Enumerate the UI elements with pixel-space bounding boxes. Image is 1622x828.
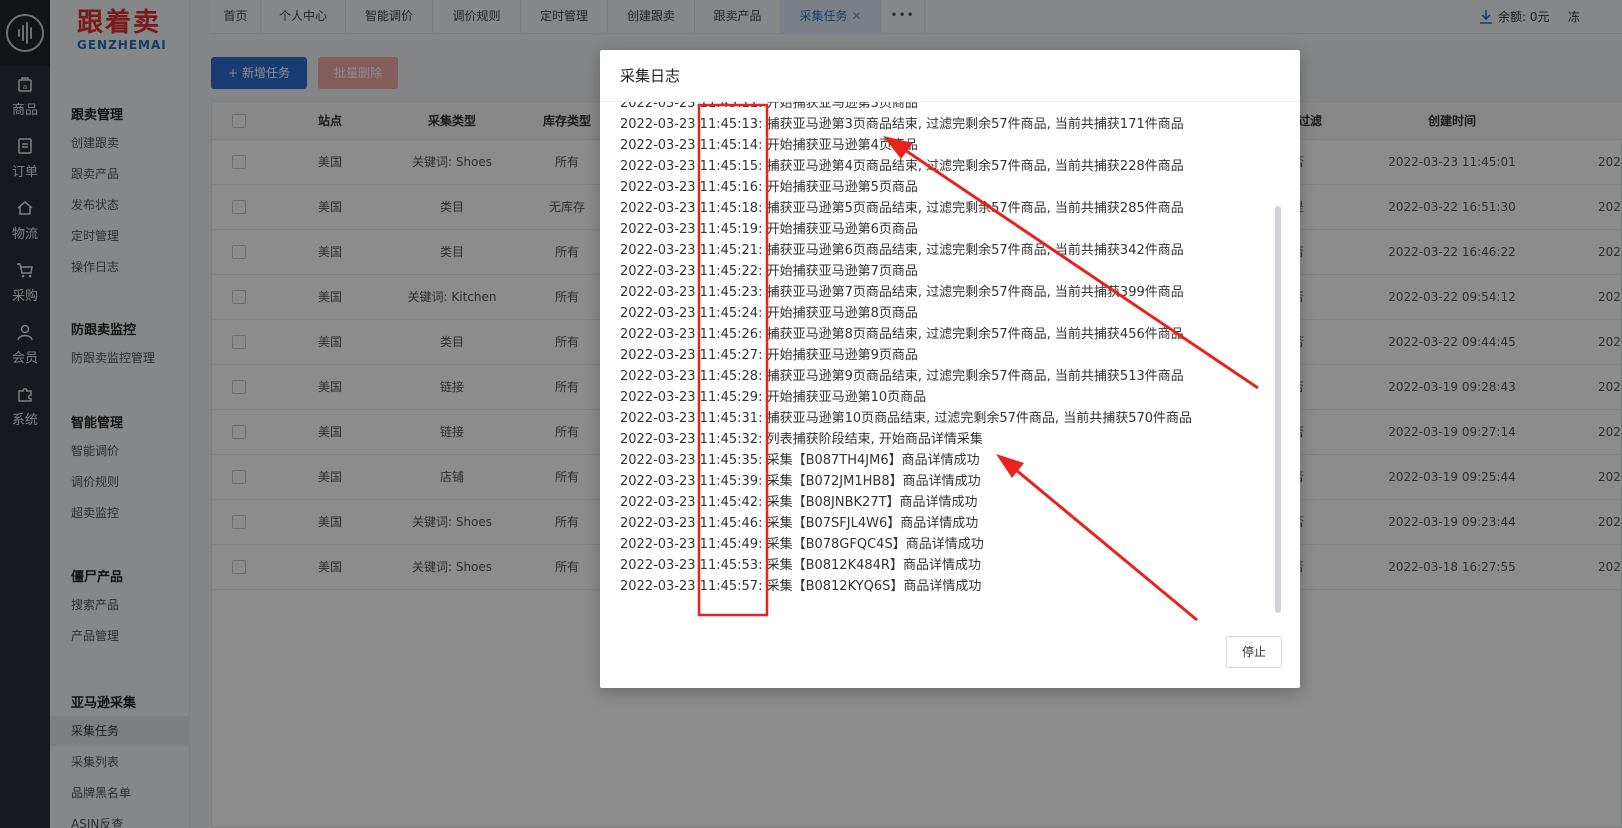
log-line: 2022-03-23 11:45:31: 捕获亚马逊第10页商品结束, 过滤完剩… <box>620 411 1193 426</box>
log-line: 2022-03-23 11:45:19: 开始捕获亚马逊第6页商品 <box>620 222 918 237</box>
log-line: 2022-03-23 11:45:53: 采集【B0812K484R】商品详情成… <box>620 558 981 573</box>
log-line: 2022-03-23 11:45:14: 开始捕获亚马逊第4页商品 <box>620 138 918 153</box>
log-line: 2022-03-23 11:45:13: 捕获亚马逊第3页商品结束, 过滤完剩余… <box>620 117 1184 132</box>
stop-button[interactable]: 停止 <box>1226 636 1282 668</box>
log-line: 2022-03-23 11:45:23: 捕获亚马逊第7页商品结束, 过滤完剩余… <box>620 285 1184 300</box>
log-line: 2022-03-23 11:45:35: 采集【B087TH4JM6】商品详情成… <box>620 453 980 468</box>
log-line: 2022-03-23 11:45:15: 捕获亚马逊第4页商品结束, 过滤完剩余… <box>620 159 1184 174</box>
log-line: 2022-03-23 11:45:24: 开始捕获亚马逊第8页商品 <box>620 306 918 321</box>
log-line: 2022-03-23 11:45:49: 采集【B078GFQC4S】商品详情成… <box>620 537 984 552</box>
log-line: 2022-03-23 11:45:57: 采集【B0812KYQ6S】商品详情成… <box>620 579 982 594</box>
log-line: 2022-03-23 11:45:11: 开始捕获亚马逊第3页商品 <box>620 102 918 111</box>
log-line: 2022-03-23 11:45:39: 采集【B072JM1HB8】商品详情成… <box>620 474 981 489</box>
log-line: 2022-03-23 11:45:32: 列表捕获阶段结束, 开始商品详情采集 <box>620 432 983 447</box>
log-line: 2022-03-23 11:45:21: 捕获亚马逊第6页商品结束, 过滤完剩余… <box>620 243 1184 258</box>
log-line: 2022-03-23 11:45:16: 开始捕获亚马逊第5页商品 <box>620 180 918 195</box>
dialog-title: 采集日志 <box>600 50 1300 102</box>
log-line: 2022-03-23 11:45:22: 开始捕获亚马逊第7页商品 <box>620 264 918 279</box>
log-line: 2022-03-23 11:45:26: 捕获亚马逊第8页商品结束, 过滤完剩余… <box>620 327 1184 342</box>
collection-log-dialog: 采集日志 2022-03-23 11:45:11: 开始捕获亚马逊第3页商品 20… <box>600 50 1300 688</box>
log-line: 2022-03-23 11:45:46: 采集【B07SFJL4W6】商品详情成… <box>620 516 979 531</box>
log-line: 2022-03-23 11:45:29: 开始捕获亚马逊第10页商品 <box>620 390 927 405</box>
log-line: 2022-03-23 11:45:28: 捕获亚马逊第9页商品结束, 过滤完剩余… <box>620 369 1184 384</box>
log-line: 2022-03-23 11:45:18: 捕获亚马逊第5页商品结束, 过滤完剩余… <box>620 201 1184 216</box>
log-panel[interactable]: 2022-03-23 11:45:11: 开始捕获亚马逊第3页商品 2022-03… <box>620 102 1270 612</box>
log-line: 2022-03-23 11:45:27: 开始捕获亚马逊第9页商品 <box>620 348 918 363</box>
log-line: 2022-03-23 11:45:42: 采集【B08JNBK27T】商品详情成… <box>620 495 978 510</box>
log-scrollbar[interactable] <box>1275 206 1281 613</box>
